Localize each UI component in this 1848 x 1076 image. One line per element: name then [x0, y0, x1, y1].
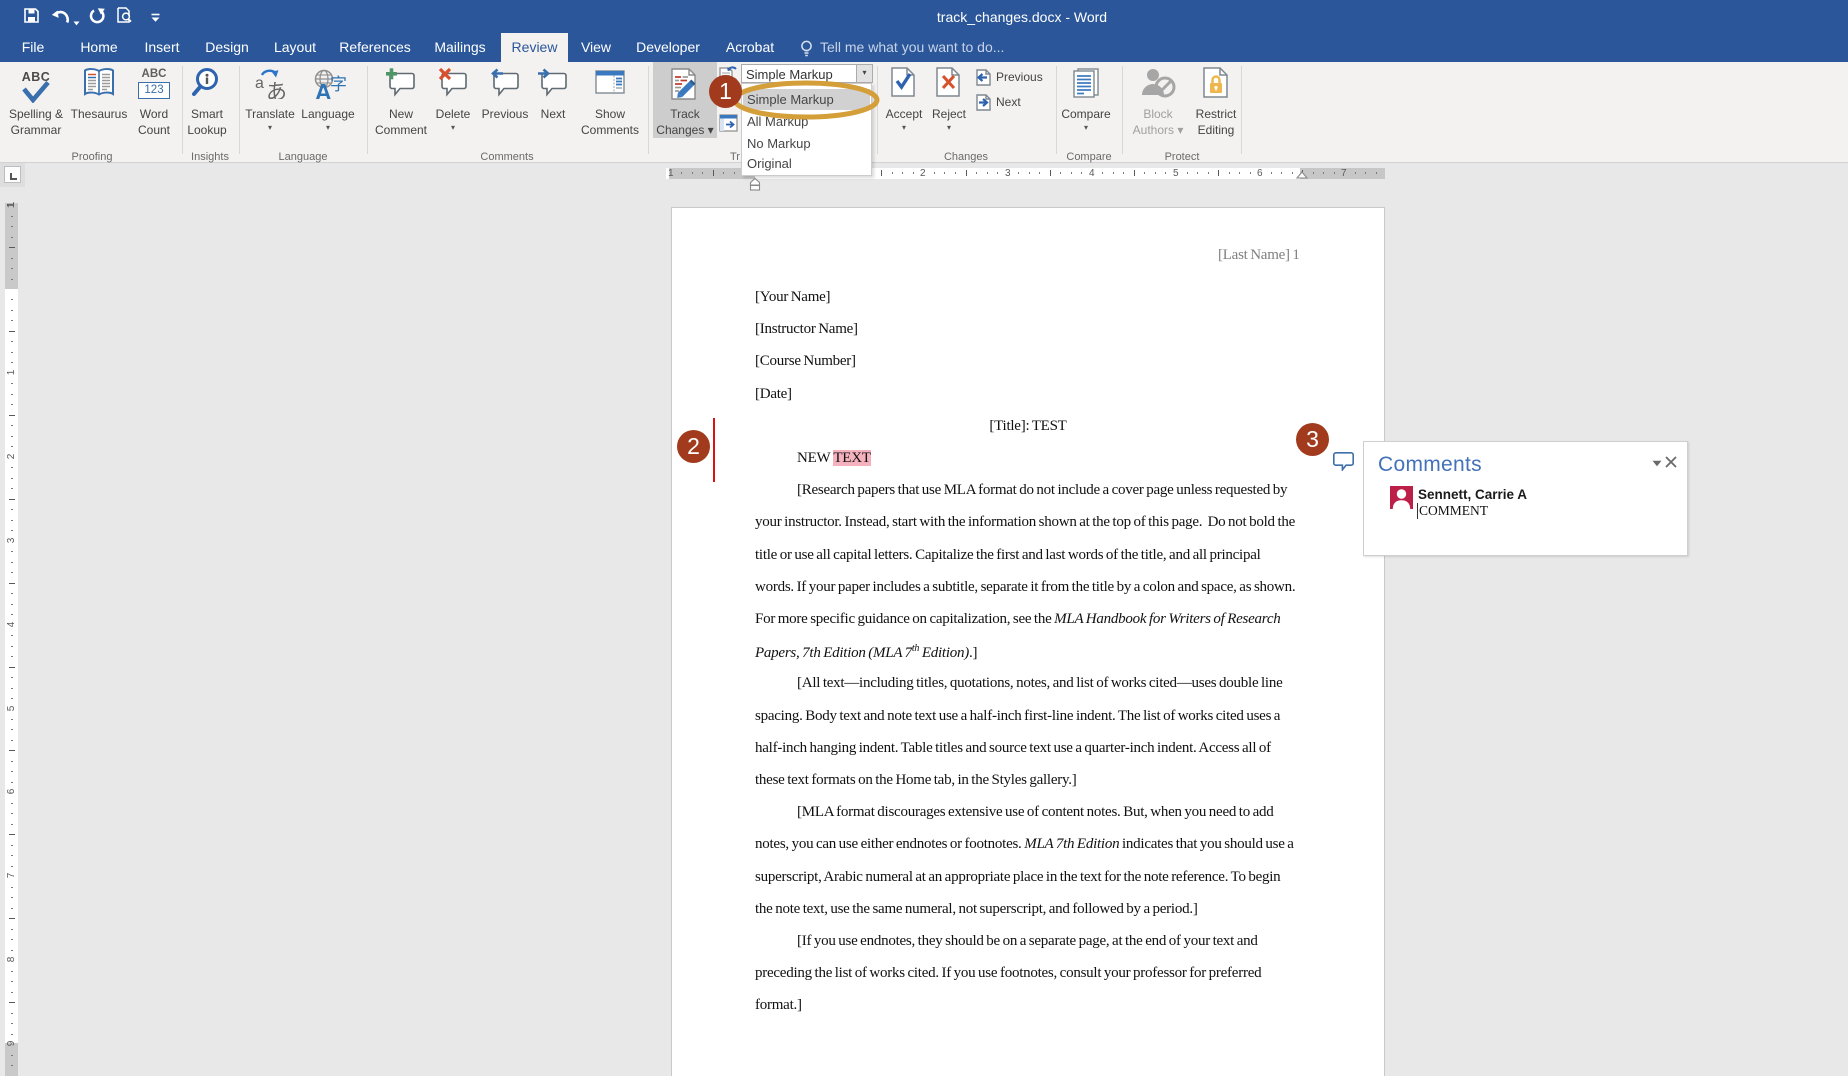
- svg-text:あ: あ: [266, 81, 287, 99]
- svg-text:a: a: [255, 75, 264, 92]
- svg-text:字: 字: [330, 75, 346, 94]
